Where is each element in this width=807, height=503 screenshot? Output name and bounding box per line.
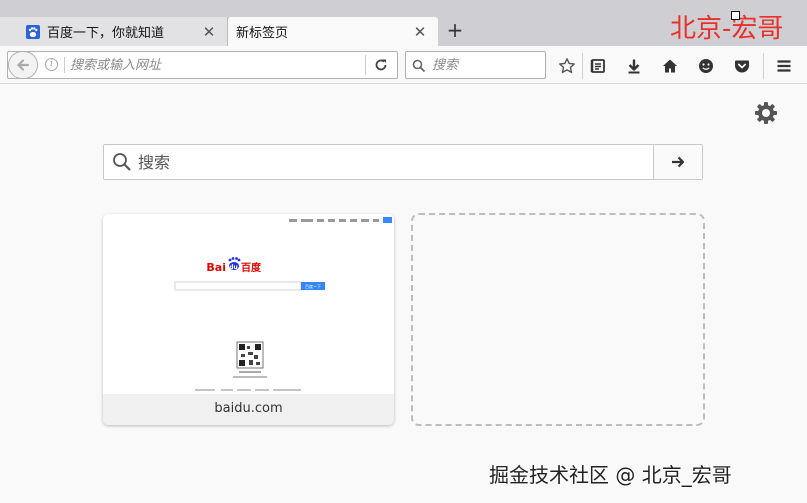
nav-toolbar: i [0, 46, 807, 84]
emoji-face-icon[interactable] [695, 55, 717, 77]
tab-baidu[interactable]: 百度一下，你就知道 ✕ [0, 17, 228, 46]
tab-new-tab[interactable]: 新标签页 ✕ [228, 17, 438, 46]
tab-label: 百度一下，你就知道 [47, 26, 165, 41]
window-restore-icon[interactable] [731, 11, 740, 20]
thumbnail-search-input [174, 281, 302, 291]
watermark-text: 掘金技术社区 @ 北京_宏哥 [489, 463, 732, 487]
tile-thumbnail: Bai du 百度 百度一下 [103, 214, 394, 393]
site-info-icon[interactable]: i [45, 58, 58, 71]
pocket-icon[interactable] [731, 55, 753, 77]
thumbnail-logo-bai: Bai [206, 261, 226, 274]
settings-gear-icon[interactable] [752, 99, 780, 127]
divider [763, 53, 764, 79]
brand-overlay-text: 北京-宏哥 [670, 14, 784, 44]
empty-tile-placeholder[interactable] [411, 213, 705, 426]
divider [64, 57, 65, 73]
thumbnail-logo-cn: 百度 [241, 261, 262, 274]
divider [365, 55, 366, 75]
top-site-tile-baidu[interactable]: Bai du 百度 百度一下 baidu.com [103, 214, 394, 425]
thumbnail-search-button-label: 百度一下 [305, 283, 321, 289]
toolbar-search-input[interactable] [432, 55, 540, 75]
home-icon[interactable] [659, 55, 681, 77]
new-tab-plus-icon[interactable]: + [444, 20, 466, 42]
thumbnail-top-links [289, 219, 379, 222]
baidu-paw-icon [26, 24, 40, 39]
tile-title: baidu.com [103, 394, 394, 425]
tab-label: 新标签页 [236, 26, 289, 41]
bookmark-star-icon[interactable] [556, 55, 578, 77]
thumbnail-qr-code [236, 341, 264, 369]
new-tab-search-box[interactable] [103, 144, 703, 180]
url-input[interactable] [70, 55, 360, 75]
search-icon [112, 152, 132, 176]
hamburger-menu-icon[interactable] [773, 55, 795, 77]
download-icon[interactable] [623, 55, 645, 77]
close-tab-icon[interactable]: ✕ [412, 24, 428, 40]
close-tab-icon[interactable]: ✕ [201, 24, 217, 40]
thumbnail-logo-du: du [229, 264, 238, 271]
tab-strip: 百度一下，你就知道 ✕ 新标签页 ✕ + 北京-宏哥 [0, 0, 807, 46]
url-bar[interactable]: i [7, 51, 398, 79]
divider [582, 53, 583, 79]
arrow-right-icon [672, 156, 685, 168]
search-go-button[interactable] [653, 145, 702, 179]
search-icon [412, 58, 426, 77]
reading-list-icon[interactable] [587, 55, 609, 77]
new-tab-search-input[interactable] [138, 151, 638, 173]
reload-icon[interactable] [370, 55, 392, 75]
back-arrow-icon [17, 59, 30, 71]
back-button[interactable] [8, 51, 38, 79]
toolbar-search-bar[interactable] [405, 51, 546, 79]
